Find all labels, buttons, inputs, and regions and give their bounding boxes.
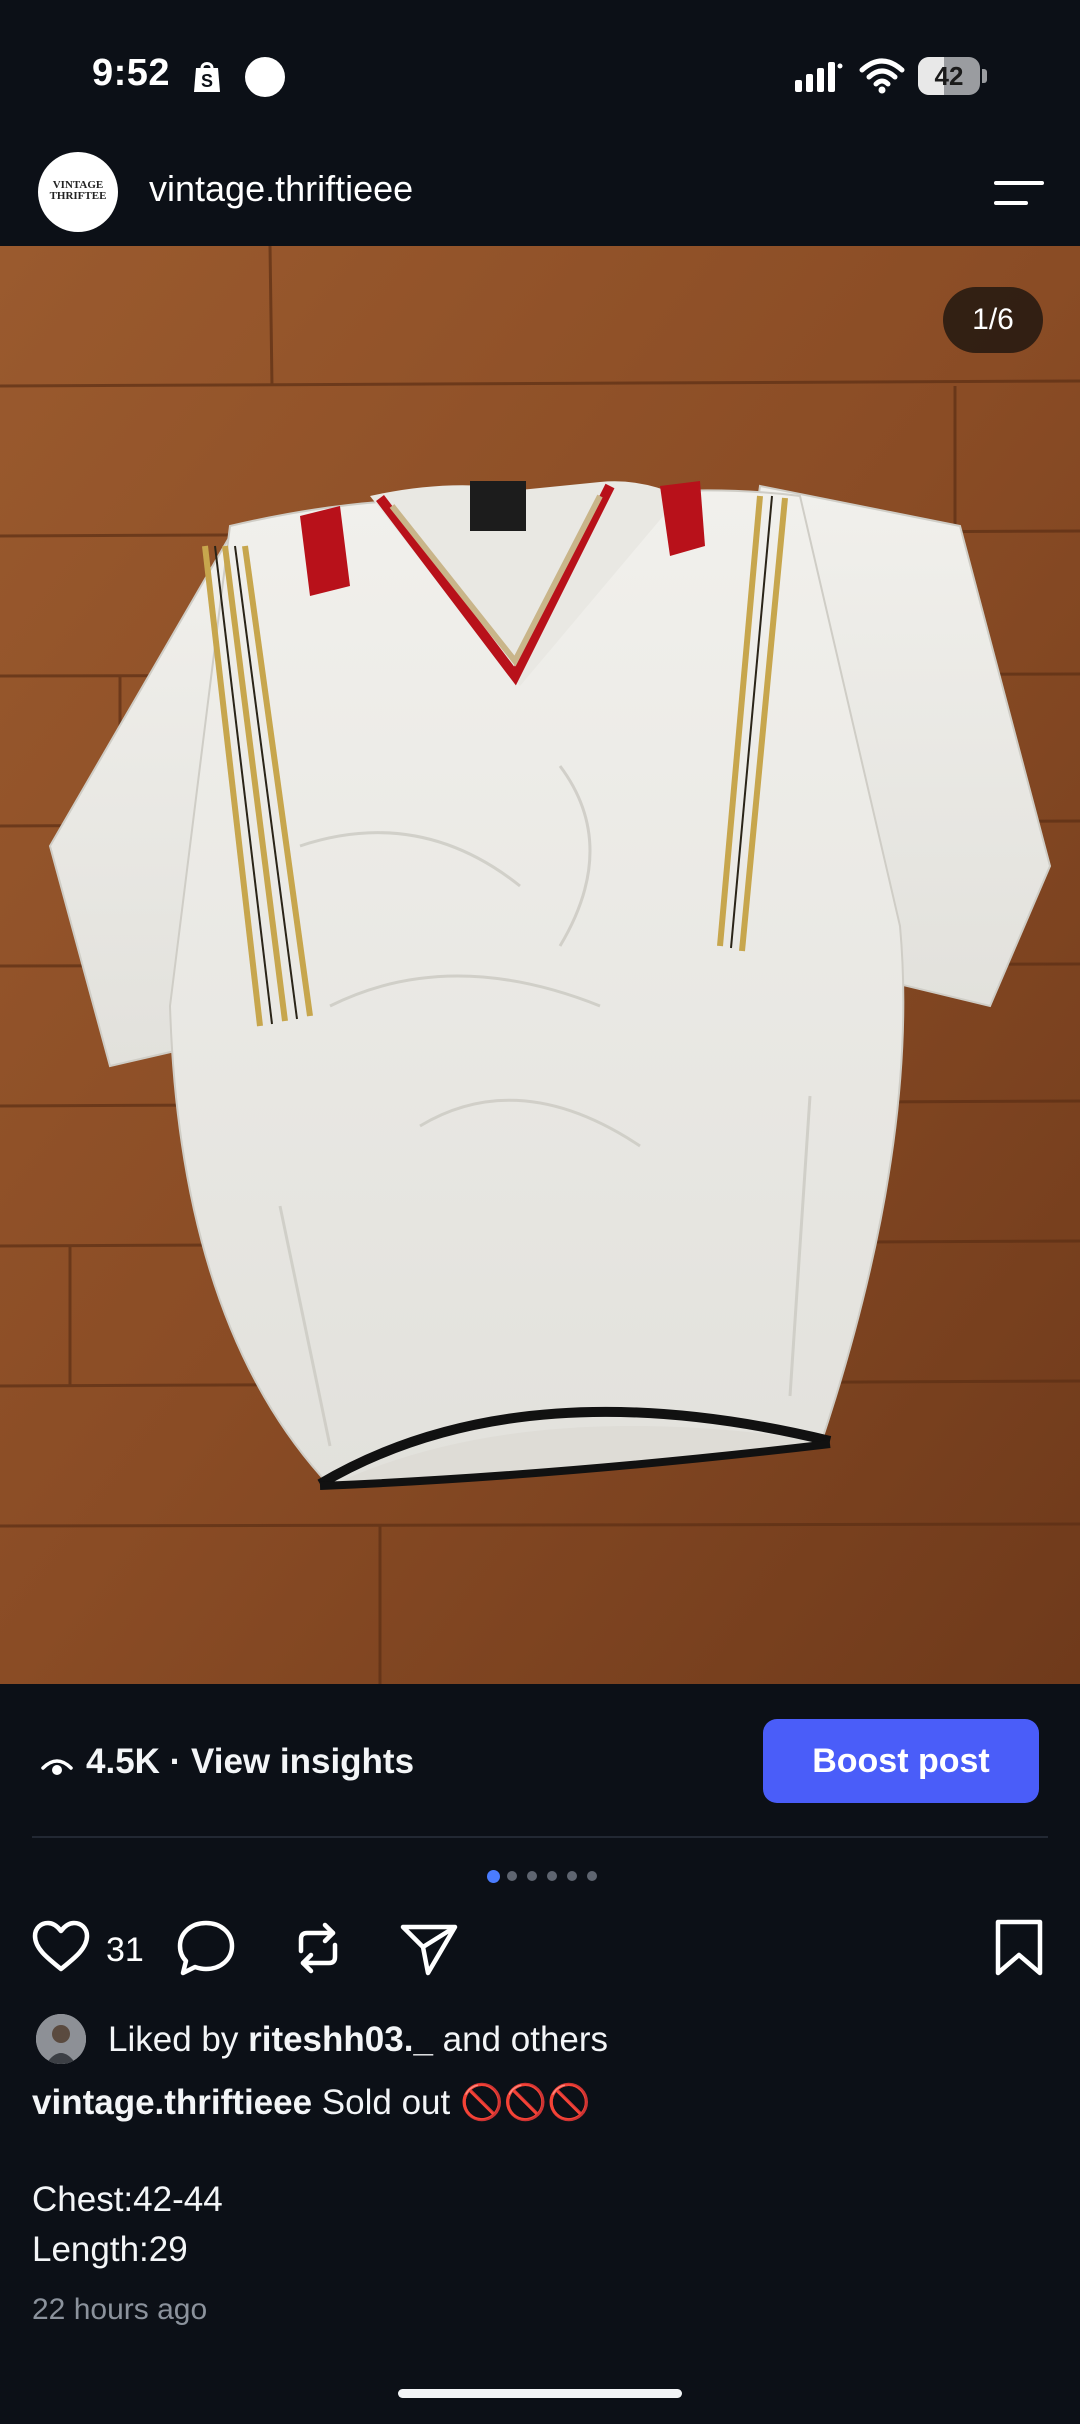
battery-icon: 42: [918, 57, 988, 95]
insights-bar: 4.5K · View insights Boost post: [0, 1684, 1080, 1836]
liker-username[interactable]: riteshh03._: [248, 2020, 433, 2059]
caption-text: Sold out 🚫🚫🚫: [312, 2083, 591, 2122]
caption-author[interactable]: vintage.thriftieee: [32, 2083, 312, 2122]
jacket-photo: [0, 246, 1080, 1684]
caption-chest: Chest:42-44: [32, 2180, 223, 2219]
divider: [32, 1836, 1048, 1838]
status-bar: 9:52 S 42: [0, 0, 1080, 150]
carousel-dot: [507, 1871, 517, 1881]
profile-header: VINTAGE THRIFTEE vintage.thriftieee: [0, 140, 1080, 245]
circle-dot-icon: [245, 57, 285, 97]
status-time: 9:52: [92, 52, 171, 94]
liker-avatar[interactable]: [36, 2014, 86, 2064]
signal-icon: [795, 62, 843, 92]
caption-length: Length:29: [32, 2230, 188, 2269]
post-image[interactable]: 1/6: [0, 246, 1080, 1684]
bookmark-icon[interactable]: [988, 1917, 1050, 1979]
boost-post-button[interactable]: Boost post: [763, 1719, 1039, 1803]
post-actions: 31: [0, 1905, 1080, 1985]
like-count[interactable]: 31: [106, 1931, 144, 1970]
carousel-dot: [547, 1871, 557, 1881]
carousel-indicator: [487, 1868, 607, 1884]
liked-by-row[interactable]: Liked by riteshh03._ and others: [0, 2010, 1080, 2070]
caption: vintage.thriftieee Sold out 🚫🚫🚫: [32, 2082, 591, 2123]
logo-text: VINTAGE THRIFTEE: [49, 179, 107, 202]
liked-by-text[interactable]: Liked by riteshh03._ and others: [108, 2020, 608, 2060]
hamburger-menu-icon[interactable]: [990, 176, 1046, 210]
carousel-dot: [567, 1871, 577, 1881]
page-counter: 1/6: [943, 287, 1043, 353]
carousel-dot: [487, 1870, 500, 1883]
profile-username[interactable]: vintage.thriftieee: [149, 168, 413, 210]
wifi-icon: [859, 58, 905, 94]
comment-icon[interactable]: [175, 1917, 237, 1979]
carousel-dot: [587, 1871, 597, 1881]
profile-avatar[interactable]: VINTAGE THRIFTEE: [38, 152, 118, 232]
eye-icon: [41, 1759, 73, 1775]
post-timestamp: 22 hours ago: [32, 2293, 208, 2326]
repost-icon[interactable]: [287, 1917, 349, 1979]
heart-icon[interactable]: [30, 1917, 92, 1979]
svg-text:S: S: [201, 71, 213, 91]
carousel-dot: [527, 1871, 537, 1881]
battery-level: 42: [934, 61, 964, 91]
view-insights-link[interactable]: 4.5K · View insights: [86, 1742, 414, 1782]
home-indicator[interactable]: [398, 2389, 682, 2398]
shopify-icon: S: [194, 62, 220, 92]
share-icon[interactable]: [398, 1917, 460, 1979]
